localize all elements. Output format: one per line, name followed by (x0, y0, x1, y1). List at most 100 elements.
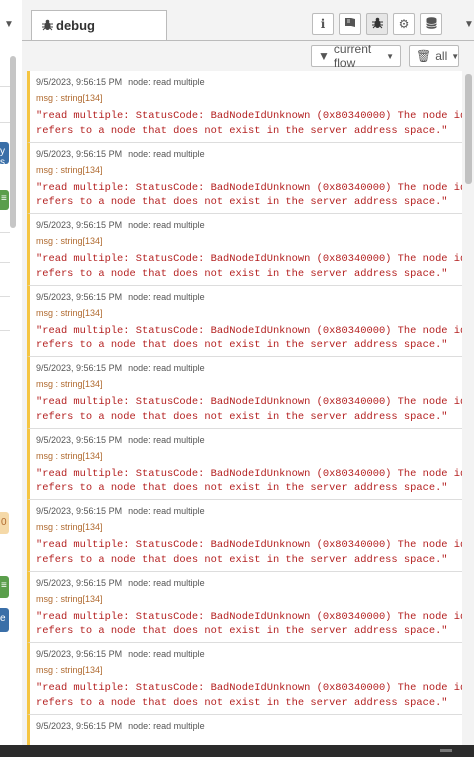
sidebar-tab-bar: debug i ⚙ ▼ (22, 0, 474, 41)
message-type[interactable]: msg : string[134] (36, 451, 103, 461)
message-type[interactable]: msg : string[134] (36, 665, 103, 675)
debug-message[interactable]: 9/5/2023, 9:56:15 PM node: read multiple … (27, 142, 462, 214)
debug-message[interactable]: 9/5/2023, 9:56:15 PM node: read multiple … (27, 571, 462, 643)
message-timestamp: 9/5/2023, 9:56:15 PM (36, 148, 123, 159)
message-value-line: refers to a node that does not exist in … (36, 267, 448, 280)
clear-messages-dropdown[interactable]: 🗑 all ▼ (409, 45, 459, 67)
flow-node-green[interactable]: ≡ (0, 190, 9, 210)
message-value-line: "read multiple: StatusCode: BadNodeIdUnk… (36, 682, 462, 694)
info-icon: i (320, 17, 326, 31)
message-node[interactable]: node: read multiple (128, 578, 205, 588)
message-timestamp: 9/5/2023, 9:56:15 PM (36, 577, 123, 588)
message-value-line: "read multiple: StatusCode: BadNodeIdUnk… (36, 110, 462, 122)
status-bar (0, 745, 474, 757)
info-button[interactable]: i (312, 13, 334, 35)
database-icon (425, 16, 437, 32)
config-button[interactable]: ⚙ (393, 13, 415, 35)
message-value-line: refers to a node that does not exist in … (36, 553, 448, 566)
debug-message[interactable]: 9/5/2023, 9:56:15 PM node: read multiple … (27, 71, 462, 143)
message-value[interactable]: "read multiple: StatusCode: BadNodeIdUnk… (36, 252, 462, 281)
flow-node[interactable]: e (0, 608, 9, 632)
workspace-scrollbar[interactable] (10, 56, 16, 228)
message-node[interactable]: node: read multiple (128, 649, 205, 659)
message-value[interactable]: "read multiple: StatusCode: BadNodeIdUnk… (36, 681, 462, 710)
message-node[interactable]: node: read multiple (128, 363, 205, 373)
flow-node-green[interactable]: ≡ (0, 576, 9, 598)
message-value[interactable]: "read multiple: StatusCode: BadNodeIdUnk… (36, 395, 462, 424)
debug-message[interactable]: 9/5/2023, 9:56:15 PM node: read multiple … (27, 643, 462, 715)
message-value[interactable]: "read multiple: StatusCode: BadNodeIdUnk… (36, 538, 462, 567)
palette-divider (0, 86, 10, 87)
debug-message[interactable]: 9/5/2023, 9:56:15 PM node: read multiple … (27, 357, 462, 429)
message-value[interactable]: "read multiple: StatusCode: BadNodeIdUnk… (36, 467, 462, 496)
message-type[interactable]: msg : string[134] (36, 594, 103, 604)
resize-grip[interactable] (440, 749, 452, 752)
message-type[interactable]: msg : string[134] (36, 379, 103, 389)
message-meta: 9/5/2023, 9:56:15 PM node: read multiple (36, 220, 205, 230)
message-meta: 9/5/2023, 9:56:15 PM node: read multiple (36, 292, 205, 302)
book-icon (344, 17, 356, 31)
bug-icon (42, 19, 53, 34)
message-timestamp: 9/5/2023, 9:56:15 PM (36, 363, 123, 373)
debug-message[interactable]: 9/5/2023, 9:56:15 PM node: read multiple … (27, 285, 462, 357)
flow-filter-label: current flow (333, 42, 372, 70)
message-node[interactable]: node: read multiple (128, 220, 205, 230)
chevron-down-icon: ▼ (386, 51, 394, 61)
message-timestamp: 9/5/2023, 9:56:15 PM (36, 291, 123, 302)
flow-node-orange[interactable]: 0 (0, 512, 9, 534)
message-value-line: "read multiple: StatusCode: BadNodeIdUnk… (36, 610, 462, 623)
message-value[interactable]: "read multiple: StatusCode: BadNodeIdUnk… (36, 109, 462, 138)
message-type[interactable]: msg : string[134] (36, 165, 103, 175)
message-timestamp: 9/5/2023, 9:56:15 PM (36, 720, 123, 731)
message-value-line: refers to a node that does not exist in … (36, 482, 448, 494)
context-button[interactable] (420, 13, 442, 35)
message-node[interactable]: node: read multiple (128, 721, 205, 731)
message-value[interactable]: "read multiple: StatusCode: BadNodeIdUnk… (36, 181, 462, 210)
bug-icon (371, 17, 383, 32)
message-node[interactable]: node: read multiple (128, 506, 205, 516)
debug-message-list[interactable]: 9/5/2023, 9:56:15 PM node: read multiple … (27, 71, 462, 745)
palette-divider (0, 262, 10, 263)
message-value[interactable]: "read multiple: StatusCode: BadNodeIdUnk… (36, 324, 462, 353)
debug-message[interactable]: 9/5/2023, 9:56:15 PM node: read multiple (27, 714, 462, 745)
message-node[interactable]: node: read multiple (128, 435, 205, 445)
message-node[interactable]: node: read multiple (128, 77, 205, 87)
debug-message[interactable]: 9/5/2023, 9:56:15 PM node: read multiple … (27, 500, 462, 572)
flow-node-label: y s (0, 146, 5, 164)
message-timestamp: 9/5/2023, 9:56:15 PM (36, 434, 123, 445)
trash-icon: 🗑 (416, 49, 432, 63)
message-value[interactable]: "read multiple: StatusCode: BadNodeIdUnk… (36, 610, 462, 639)
palette-divider (0, 122, 10, 123)
message-timestamp: 9/5/2023, 9:56:15 PM (36, 506, 123, 516)
palette-divider (0, 232, 10, 233)
message-value-line: refers to a node that does not exist in … (36, 696, 448, 709)
message-type[interactable]: msg : string[134] (36, 236, 103, 246)
chevron-down-icon[interactable]: ▼ (4, 19, 14, 30)
flow-filter-dropdown[interactable]: ▼ current flow ▼ (311, 42, 401, 70)
message-node[interactable]: node: read multiple (128, 149, 205, 159)
message-type[interactable]: msg : string[134] (36, 93, 103, 103)
message-value-line: refers to a node that does not exist in … (36, 196, 448, 208)
palette-divider (0, 296, 10, 297)
message-meta: 9/5/2023, 9:56:15 PM node: read multiple (36, 363, 205, 373)
debug-message[interactable]: 9/5/2023, 9:56:15 PM node: read multiple … (27, 428, 462, 500)
debug-message[interactable]: 9/5/2023, 9:56:15 PM node: read multiple … (27, 214, 462, 286)
debug-button[interactable] (366, 13, 388, 35)
message-value-line: refers to a node that does not exist in … (36, 339, 448, 351)
message-node[interactable]: node: read multiple (128, 292, 205, 302)
chevron-down-icon: ▼ (451, 51, 460, 61)
message-value-line: "read multiple: StatusCode: BadNodeIdUnk… (36, 396, 462, 408)
filter-icon: ▼ (318, 49, 330, 63)
message-meta: 9/5/2023, 9:56:15 PM node: read multiple (36, 149, 205, 159)
message-type[interactable]: msg : string[134] (36, 308, 103, 318)
flow-node[interactable]: y s (0, 142, 9, 164)
message-value-line: "read multiple: StatusCode: BadNodeIdUnk… (36, 539, 462, 551)
message-meta: 9/5/2023, 9:56:15 PM node: read multiple (36, 649, 205, 659)
message-value-line: "read multiple: StatusCode: BadNodeIdUnk… (36, 467, 462, 480)
message-scrollbar-thumb[interactable] (465, 74, 472, 184)
flow-node-label: e (0, 613, 6, 624)
tab-debug[interactable]: debug (31, 10, 167, 40)
message-type[interactable]: msg : string[134] (36, 522, 103, 532)
chevron-down-icon[interactable]: ▼ (464, 19, 474, 30)
help-button[interactable] (339, 13, 361, 35)
